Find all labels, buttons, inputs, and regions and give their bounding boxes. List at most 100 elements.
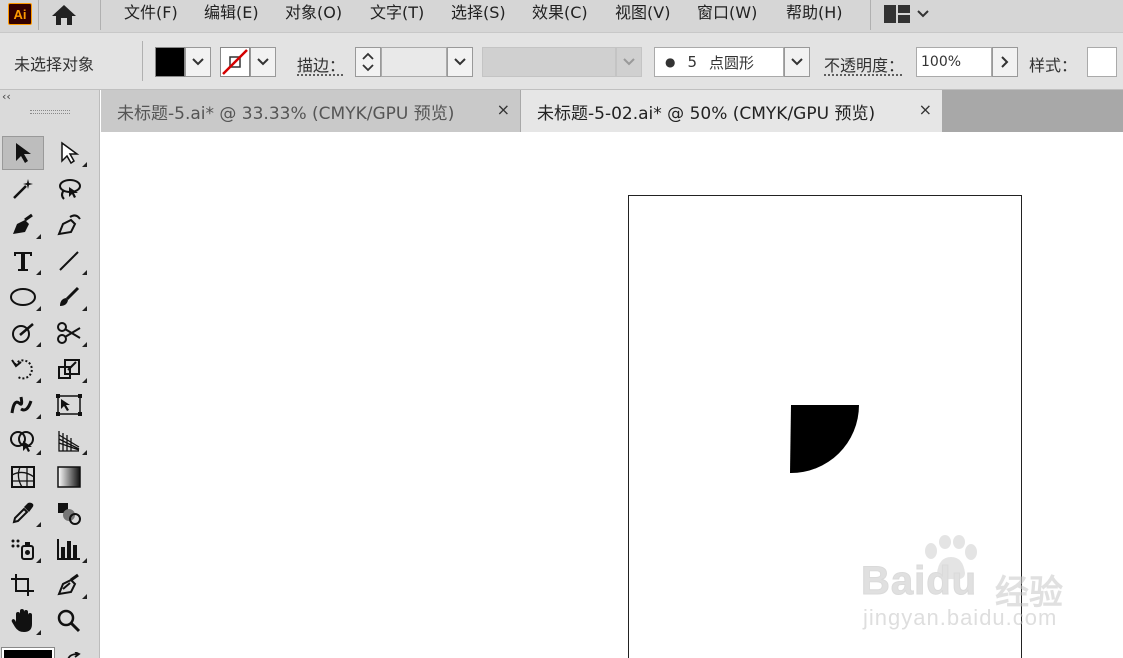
menu-window[interactable]: 窗口(W) bbox=[697, 2, 757, 26]
scissors-icon bbox=[57, 322, 81, 344]
opacity-arrow[interactable] bbox=[992, 47, 1018, 77]
slice-tool[interactable] bbox=[48, 568, 90, 602]
zoom-tool[interactable] bbox=[48, 604, 90, 638]
curvature-pen-icon bbox=[57, 214, 81, 236]
gradient-tool[interactable] bbox=[48, 460, 90, 494]
tool-flyout-indicator bbox=[36, 270, 41, 275]
magic-wand-tool[interactable] bbox=[2, 172, 44, 206]
paintbrush-tool[interactable] bbox=[48, 280, 90, 314]
home-icon bbox=[52, 5, 76, 25]
artboard-icon bbox=[11, 574, 34, 596]
stroke-label[interactable]: 描边： bbox=[297, 52, 345, 76]
menu-select[interactable]: 选择(S) bbox=[451, 2, 506, 26]
tool-flyout-indicator bbox=[82, 594, 87, 599]
collapse-panel-button[interactable]: ‹‹ bbox=[2, 90, 11, 103]
watermark-brand: Baidu bbox=[860, 559, 978, 604]
menu-file[interactable]: 文件(F) bbox=[124, 2, 178, 26]
menu-edit[interactable]: 编辑(E) bbox=[204, 2, 259, 26]
stroke-dropdown[interactable] bbox=[250, 47, 276, 77]
shaper-tool[interactable] bbox=[2, 316, 44, 350]
blend-icon bbox=[58, 503, 81, 525]
pen-tool[interactable] bbox=[2, 208, 44, 242]
tool-flyout-indicator bbox=[82, 450, 87, 455]
tool-flyout-indicator bbox=[82, 270, 87, 275]
perspective-grid-tool[interactable] bbox=[48, 424, 90, 458]
tool-flyout-indicator bbox=[82, 378, 87, 383]
warp-tool[interactable] bbox=[2, 388, 44, 422]
perspective-grid-icon bbox=[58, 431, 80, 452]
baidu-watermark: Baidu 经验 jingyan.baidu.com bbox=[855, 535, 1065, 635]
opacity-input[interactable]: 100% bbox=[916, 47, 992, 77]
artboard-tool[interactable] bbox=[2, 568, 44, 602]
stroke-weight-stepper[interactable] bbox=[355, 47, 381, 77]
opacity-label[interactable]: 不透明度： bbox=[824, 52, 904, 76]
fill-stroke-indicator[interactable] bbox=[1, 647, 55, 658]
home-button[interactable] bbox=[48, 2, 80, 28]
variable-width-profile bbox=[482, 47, 616, 77]
tool-flyout-indicator bbox=[36, 414, 41, 419]
column-graph-tool[interactable] bbox=[48, 532, 90, 566]
direct-selection-arrow-icon bbox=[61, 141, 80, 165]
type-tool[interactable] bbox=[2, 244, 44, 278]
control-bar: 未选择对象 描边： ● 5 点圆形 不透明度： 100% 样式： bbox=[0, 32, 1123, 90]
eyedropper-tool[interactable] bbox=[2, 496, 44, 530]
stroke-weight-dropdown[interactable] bbox=[447, 47, 473, 77]
stroke-swatch[interactable] bbox=[220, 47, 250, 77]
brush-definition[interactable]: ● 5 点圆形 bbox=[654, 47, 784, 77]
tool-flyout-indicator bbox=[36, 450, 41, 455]
workspace-switcher[interactable] bbox=[884, 2, 940, 26]
stepper-icon bbox=[362, 52, 374, 72]
watermark-url: jingyan.baidu.com bbox=[863, 605, 1058, 630]
brush-dropdown[interactable] bbox=[784, 47, 810, 77]
paintbrush-icon bbox=[60, 286, 80, 306]
tool-flyout-indicator bbox=[36, 234, 41, 239]
chevron-down-icon bbox=[192, 58, 204, 66]
line-segment-tool[interactable] bbox=[48, 244, 90, 278]
shape-builder-tool[interactable] bbox=[2, 424, 44, 458]
blend-tool[interactable] bbox=[48, 496, 90, 530]
document-tab[interactable]: 未标题-5.ai* @ 33.33% (CMYK/GPU 预览) × bbox=[101, 90, 520, 132]
menu-object[interactable]: 对象(O) bbox=[285, 2, 342, 26]
scale-icon bbox=[58, 359, 80, 379]
selection-tool[interactable] bbox=[2, 136, 44, 170]
ellipse-tool[interactable] bbox=[2, 280, 44, 314]
swap-fill-stroke[interactable] bbox=[66, 648, 84, 658]
swap-arrow-icon bbox=[67, 651, 81, 658]
panel-grip[interactable] bbox=[30, 110, 70, 114]
menu-help[interactable]: 帮助(H) bbox=[786, 2, 843, 26]
curvature-tool[interactable] bbox=[48, 208, 90, 242]
free-transform-tool[interactable] bbox=[48, 388, 90, 422]
shaper-icon bbox=[12, 323, 34, 343]
mesh-tool[interactable] bbox=[2, 460, 44, 494]
menu-type[interactable]: 文字(T) bbox=[370, 2, 424, 26]
symbol-sprayer-tool[interactable] bbox=[2, 532, 44, 566]
hand-icon bbox=[11, 609, 32, 632]
document-tab-bar: 未标题-5.ai* @ 33.33% (CMYK/GPU 预览) × 未标题-5… bbox=[101, 90, 1123, 132]
workspace-layout-icon bbox=[884, 5, 910, 23]
lasso-icon bbox=[59, 179, 81, 200]
tool-flyout-indicator bbox=[82, 558, 87, 563]
stroke-weight-input[interactable] bbox=[381, 47, 447, 77]
eyedropper-icon bbox=[12, 502, 34, 524]
menu-effect[interactable]: 效果(C) bbox=[532, 2, 588, 26]
close-icon[interactable]: × bbox=[919, 100, 932, 119]
hand-tool[interactable] bbox=[2, 604, 44, 638]
fill-dropdown[interactable] bbox=[185, 47, 211, 77]
brush-size: 5 bbox=[687, 53, 698, 71]
style-swatch[interactable] bbox=[1087, 47, 1117, 77]
scissors-tool[interactable] bbox=[48, 316, 90, 350]
menu-divider bbox=[38, 0, 39, 30]
tool-flyout-indicator bbox=[36, 630, 41, 635]
close-icon[interactable]: × bbox=[497, 100, 510, 119]
rotate-tool[interactable] bbox=[2, 352, 44, 386]
tool-flyout-indicator bbox=[36, 306, 41, 311]
lasso-tool[interactable] bbox=[48, 172, 90, 206]
document-tab-active[interactable]: 未标题-5-02.ai* @ 50% (CMYK/GPU 预览) × bbox=[521, 90, 942, 132]
menu-divider bbox=[870, 0, 871, 30]
scale-tool[interactable] bbox=[48, 352, 90, 386]
direct-selection-tool[interactable] bbox=[48, 136, 90, 170]
menu-view[interactable]: 视图(V) bbox=[615, 2, 670, 26]
app-logo: Ai bbox=[8, 3, 32, 25]
quarter-circle-shape[interactable] bbox=[789, 404, 861, 474]
fill-swatch[interactable] bbox=[155, 47, 185, 77]
